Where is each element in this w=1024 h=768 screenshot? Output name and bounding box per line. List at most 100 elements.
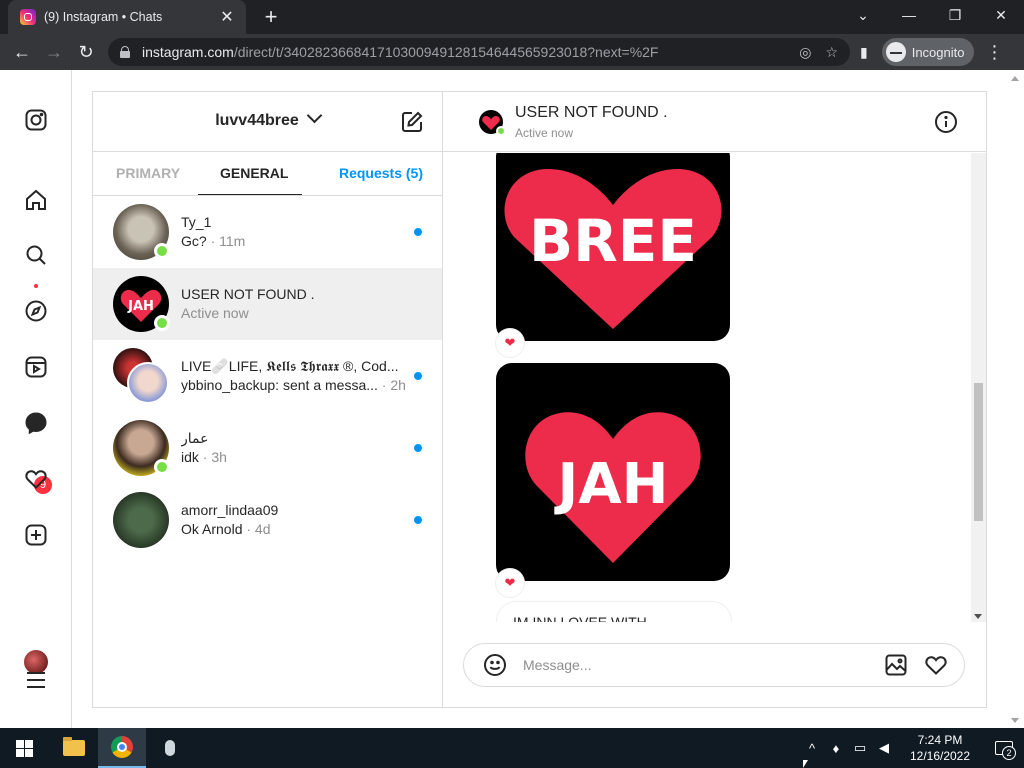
account-switcher[interactable]: luvv44bree (93, 107, 442, 130)
conversation-avatar[interactable] (479, 110, 506, 136)
message-thread: BREE ❤ JAH ❤ IM INN LOVEE WITH (443, 153, 971, 622)
tab-requests[interactable]: Requests (5) (339, 165, 423, 181)
info-icon[interactable] (934, 110, 958, 134)
message-composer (463, 643, 965, 687)
microphone-icon (165, 740, 175, 756)
scroll-up-arrow-icon[interactable] (1011, 76, 1019, 81)
more-menu-icon[interactable] (22, 666, 50, 694)
window-controls: ⌄ — ❐ ✕ (840, 0, 1024, 34)
file-explorer-button[interactable] (50, 728, 98, 768)
folder-icon (63, 737, 85, 756)
text-message[interactable]: IM INN LOVEE WITH (496, 601, 732, 622)
chat-list-item[interactable]: عمار idk · 3h (93, 412, 442, 484)
clock[interactable]: 7:24 PM 12/16/2022 (902, 732, 978, 764)
conversation-header: USER NOT FOUND . Active now (443, 92, 986, 152)
search-icon[interactable] (22, 241, 50, 269)
notifications-heart-icon[interactable] (22, 465, 50, 493)
clock-time: 7:24 PM (917, 733, 963, 747)
new-message-icon[interactable] (400, 110, 424, 134)
browser-tab[interactable]: (9) Instagram • Chats ✕ (8, 0, 246, 34)
image-message[interactable]: JAH (496, 363, 730, 581)
url-text[interactable]: instagram.com/direct/t/34028236684171030… (142, 44, 799, 60)
close-tab-icon[interactable]: ✕ (218, 7, 236, 27)
messenger-icon[interactable] (22, 409, 50, 437)
tab-general[interactable]: GENERAL (220, 165, 288, 181)
avatar (113, 420, 170, 476)
chrome-taskbar-button[interactable] (98, 728, 146, 768)
chat-name: Ty_1 (181, 214, 212, 230)
thread-scrollbar[interactable] (971, 153, 986, 622)
incognito-icon (885, 42, 906, 62)
tab-primary[interactable]: PRIMARY (116, 165, 180, 181)
start-button[interactable] (0, 728, 48, 768)
tab-search-icon[interactable]: ⌄ (840, 0, 886, 30)
network-icon[interactable]: ▭ (848, 740, 872, 756)
chat-name: LIVE🩹LIFE, 𝕶𝖊𝖑𝖑𝖘 𝕿𝖍𝖗𝖆𝖝𝖝 ®, Cod... (181, 358, 399, 374)
close-window-button[interactable]: ✕ (978, 0, 1024, 30)
image-upload-icon[interactable] (884, 653, 908, 677)
avatar (113, 492, 169, 548)
chat-preview: Active now (181, 305, 249, 321)
minimize-button[interactable]: — (886, 0, 932, 30)
chat-preview: Gc? · 11m (181, 233, 246, 249)
voice-app-button[interactable] (146, 728, 194, 768)
chevron-down-icon (306, 107, 323, 124)
restore-button[interactable]: ❐ (932, 0, 978, 30)
like-heart-icon[interactable] (924, 653, 948, 677)
forward-button[interactable]: → (38, 36, 70, 68)
emoji-icon[interactable] (483, 653, 507, 677)
browser-menu-icon[interactable]: ⋮ (984, 42, 1004, 63)
lock-icon[interactable] (120, 46, 130, 58)
browser-tab-strip: (9) Instagram • Chats ✕ + ⌄ — ❐ ✕ (0, 0, 1024, 34)
explore-compass-icon[interactable] (22, 297, 50, 325)
image-message[interactable]: BREE (496, 153, 730, 341)
avatar: JAH (113, 276, 170, 332)
chat-list-item[interactable]: LIVE🩹LIFE, 𝕶𝖊𝖑𝖑𝖘 𝕿𝖍𝖗𝖆𝖝𝖝 ®, Cod... ybbino… (93, 340, 442, 412)
side-panel-icon[interactable]: ▮ (860, 44, 868, 61)
create-post-icon[interactable] (22, 521, 50, 549)
inbox-column: luvv44bree PRIMARY GENERAL Requests (5) … (93, 92, 443, 707)
chat-list-item[interactable]: Ty_1 Gc? · 11m (93, 196, 442, 268)
show-hidden-icons-icon[interactable]: ^ (800, 741, 824, 756)
microphone-tray-icon[interactable]: ♦ (824, 741, 848, 756)
inbox-tabs: PRIMARY GENERAL Requests (5) (93, 152, 442, 196)
conversation-status: Active now (515, 126, 574, 140)
heart-text: JAH (553, 452, 668, 517)
reels-icon[interactable] (22, 353, 50, 381)
page-scrollbar[interactable] (1005, 70, 1024, 728)
volume-icon[interactable]: ◀ (872, 740, 896, 756)
action-center-button[interactable]: 2 (984, 728, 1024, 768)
chat-name: عمار (181, 430, 209, 446)
browser-toolbar: ← → ↻ instagram.com/direct/t/34028236684… (0, 34, 1024, 70)
eye-slash-icon[interactable]: ◎ (799, 44, 811, 61)
chat-list-item-selected[interactable]: JAH USER NOT FOUND . Active now (93, 268, 442, 340)
heart-text: JAH (127, 299, 154, 314)
back-button[interactable]: ← (6, 36, 38, 68)
chat-preview: idk · 3h (181, 449, 227, 465)
message-input[interactable] (523, 657, 884, 673)
chat-list-item[interactable]: amorr_lindaa09 Ok Arnold · 4d (93, 484, 442, 556)
notification-count: 2 (1002, 746, 1016, 760)
online-status-dot (154, 459, 170, 475)
instagram-favicon-icon (20, 9, 36, 25)
instagram-nav-rail: 9 (0, 70, 72, 728)
direct-messages-panel: luvv44bree PRIMARY GENERAL Requests (5) … (92, 91, 987, 708)
address-bar[interactable]: instagram.com/direct/t/34028236684171030… (108, 38, 850, 66)
avatar (113, 204, 170, 260)
heart-reaction[interactable]: ❤ (496, 569, 524, 597)
windows-logo-icon (15, 739, 33, 757)
conversation-title[interactable]: USER NOT FOUND . (515, 104, 668, 122)
new-tab-button[interactable]: + (258, 4, 284, 30)
bookmark-star-icon[interactable]: ☆ (825, 44, 838, 61)
chrome-icon (111, 736, 133, 758)
inbox-header: luvv44bree (93, 92, 442, 152)
instagram-logo-icon[interactable] (22, 106, 50, 134)
mouse-cursor (803, 760, 808, 768)
home-icon[interactable] (22, 186, 50, 214)
incognito-indicator[interactable]: Incognito (881, 38, 975, 66)
heart-reaction[interactable]: ❤ (496, 329, 524, 357)
scroll-down-arrow-icon[interactable] (974, 614, 982, 619)
reload-button[interactable]: ↻ (70, 36, 102, 68)
scroll-down-arrow-icon[interactable] (1011, 718, 1019, 723)
scrollbar-thumb[interactable] (974, 383, 983, 521)
